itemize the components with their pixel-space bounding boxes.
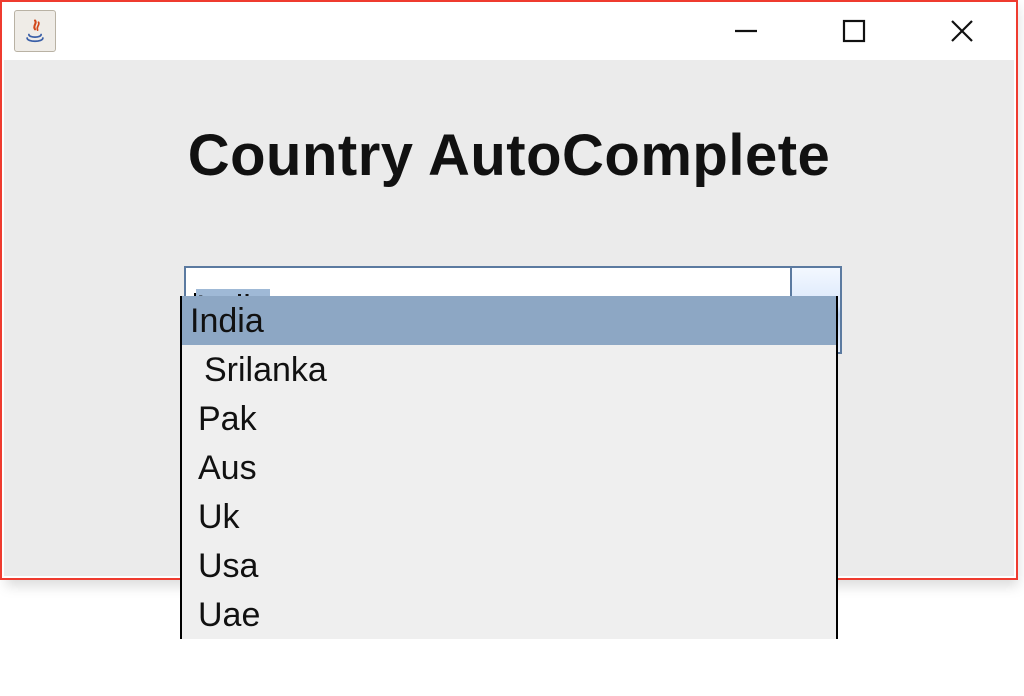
close-button[interactable] <box>908 2 1016 60</box>
titlebar[interactable] <box>2 2 1016 60</box>
dropdown-option-label: Uae <box>198 598 260 632</box>
country-dropdown-list[interactable]: India Srilanka Pak Aus Uk Usa Uae <box>180 296 838 639</box>
dropdown-option[interactable]: India <box>182 296 836 345</box>
java-icon <box>14 10 56 52</box>
maximize-button[interactable] <box>800 2 908 60</box>
dropdown-option-label: Aus <box>198 451 257 485</box>
dropdown-option-label: Srilanka <box>204 353 327 387</box>
page-title: Country AutoComplete <box>4 122 1014 189</box>
dropdown-option[interactable]: Uae <box>182 590 836 639</box>
dropdown-option[interactable]: Usa <box>182 541 836 590</box>
dropdown-option-label: Pak <box>198 402 257 436</box>
dropdown-option[interactable]: Uk <box>182 492 836 541</box>
dropdown-option[interactable]: Srilanka <box>182 345 836 394</box>
window-controls <box>692 2 1016 60</box>
dropdown-option-label: Uk <box>198 500 240 534</box>
minimize-button[interactable] <box>692 2 800 60</box>
dropdown-option-label: Usa <box>198 549 258 583</box>
dropdown-option[interactable]: Aus <box>182 443 836 492</box>
dropdown-option[interactable]: Pak <box>182 394 836 443</box>
dropdown-option-label: India <box>190 304 264 338</box>
